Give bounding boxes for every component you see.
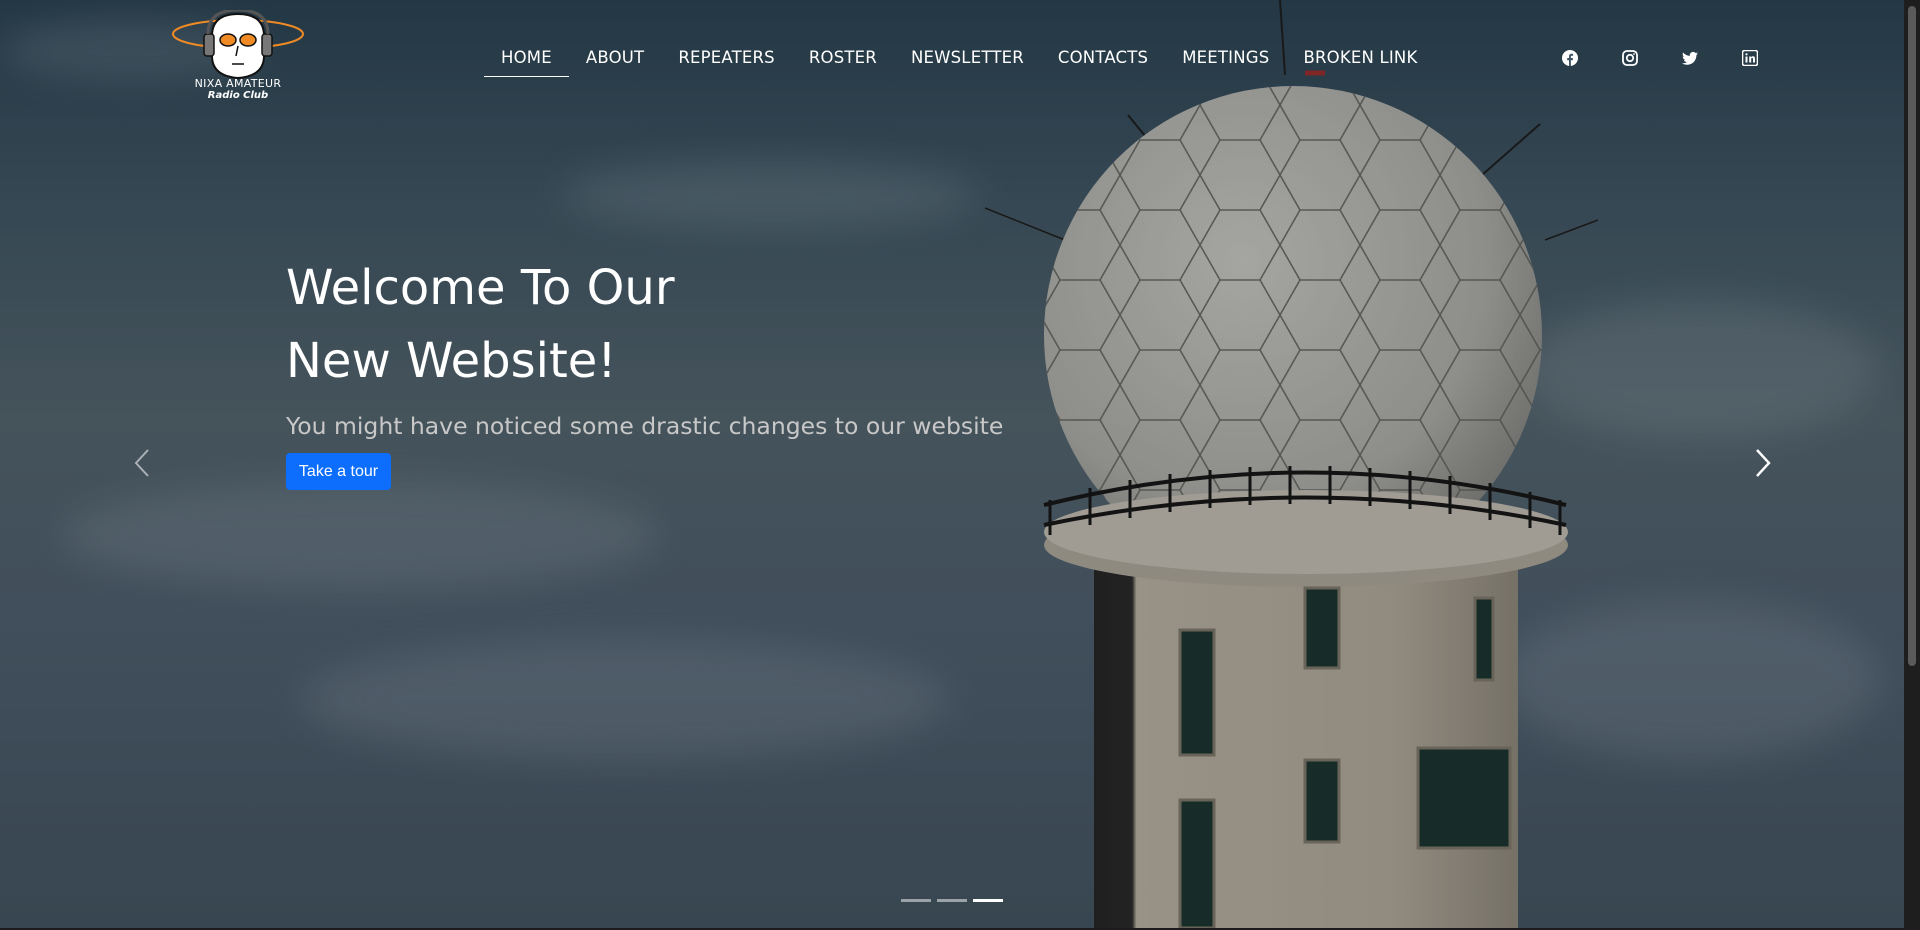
logo-text: NIXA AMATEUR Radio Club: [170, 78, 306, 102]
nav-repeaters[interactable]: REPEATERS: [661, 46, 792, 77]
facebook-icon[interactable]: [1562, 50, 1578, 66]
take-a-tour-button[interactable]: Take a tour: [286, 453, 391, 490]
nav-home[interactable]: HOME: [484, 46, 569, 77]
radio-man-logo-icon: [172, 10, 304, 80]
hero-subtitle: You might have noticed some drastic chan…: [286, 412, 1004, 440]
carousel-next-icon[interactable]: [1747, 448, 1777, 478]
nav-about[interactable]: ABOUT: [569, 46, 661, 77]
social-links: [1562, 50, 1758, 66]
carousel-indicators: [901, 899, 1003, 902]
nav-roster[interactable]: ROSTER: [792, 46, 894, 77]
nav-contacts[interactable]: CONTACTS: [1041, 46, 1165, 77]
instagram-icon[interactable]: [1622, 50, 1638, 66]
hero-title: Welcome To Our New Website!: [286, 252, 1003, 398]
logo-name: NIXA AMATEUR: [194, 77, 282, 90]
logo-subtitle: Radio Club: [207, 90, 269, 101]
carousel-indicator-2[interactable]: [937, 899, 967, 902]
linkedin-icon[interactable]: [1742, 50, 1758, 66]
site-logo[interactable]: NIXA AMATEUR Radio Club: [170, 10, 306, 106]
vertical-scrollbar[interactable]: [1904, 0, 1920, 930]
nav-newsletter[interactable]: NEWSLETTER: [894, 46, 1041, 77]
hero-title-line2: New Website!: [286, 333, 617, 389]
nav-broken-link[interactable]: BROKEN LINK: [1286, 46, 1434, 77]
carousel-prev-icon[interactable]: [128, 448, 158, 478]
carousel-indicator-1[interactable]: [901, 899, 931, 902]
scrollbar-thumb[interactable]: [1908, 6, 1916, 666]
nav-meetings[interactable]: MEETINGS: [1165, 46, 1286, 77]
main-nav: HOME ABOUT REPEATERS ROSTER NEWSLETTER C…: [484, 46, 1434, 77]
hero-caption: Welcome To Our New Website! You might ha…: [286, 252, 1003, 440]
twitter-icon[interactable]: [1682, 50, 1698, 66]
carousel-indicator-3[interactable]: [973, 899, 1003, 902]
hero-title-line1: Welcome To Our: [286, 260, 675, 316]
